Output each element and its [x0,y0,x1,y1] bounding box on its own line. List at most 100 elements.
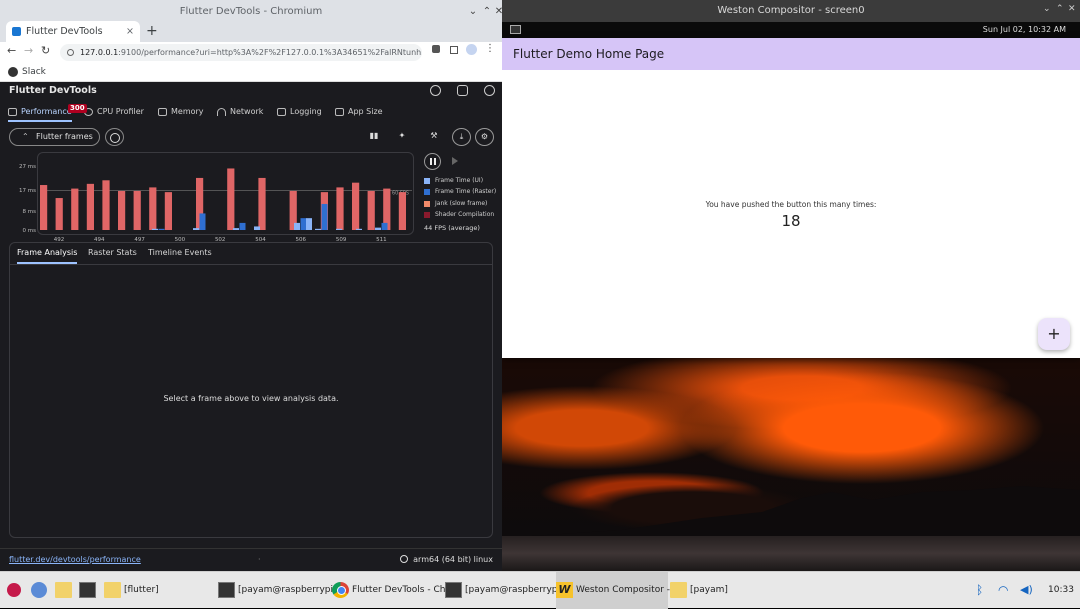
task-terminal-1[interactable]: [payam@raspberrypi... [218,572,342,609]
jank-frame-bar [87,184,94,230]
legend-item-raster: Frame Time (Raster) [424,187,496,198]
ui-frame-bar [233,228,239,230]
terminal-icon [445,582,462,598]
new-tab-button[interactable]: + [146,21,158,41]
taskbar-clock: 10:33 [1048,572,1074,609]
tab-divider [9,264,493,265]
tab-app-size[interactable]: App Size [335,102,383,122]
devtools-favicon-icon [12,27,21,36]
resume-button[interactable] [446,153,463,170]
settings-icon[interactable] [430,85,441,96]
folder-icon [670,582,687,598]
extensions-icon[interactable] [432,45,440,53]
devtools-title: Flutter DevTools [0,82,502,102]
weston-title: Weston Compositor - screen0 [502,0,1080,22]
raster-frame-bar [301,218,307,230]
url-path: :9100/performance?uri=http%3A%2F%2F127.0… [118,48,422,57]
ui-frame-bar [315,229,321,230]
jank-frame-bar [352,183,359,230]
browser-menu-icon[interactable]: ⋮ [485,43,495,54]
flutter-frames-button[interactable]: ⌃Flutter frames [9,128,100,146]
ui-frame-bar [375,228,381,230]
task-terminal-2[interactable]: [payam@raspberrypi... [445,572,569,609]
tab-raster-stats[interactable]: Raster Stats [88,242,137,264]
bar-chart-icon[interactable]: ▮▮ [364,128,384,146]
folder-icon [104,582,121,598]
address-bar[interactable]: 127.0.0.1:9100/performance?uri=http%3A%2… [60,44,422,61]
terminal-icon[interactable] [79,582,96,598]
clear-button[interactable] [105,128,124,146]
wifi-icon [217,108,226,116]
task-weston[interactable]: WWeston Compositor -... [556,572,668,609]
url-host: 127.0.0.1 [80,48,118,57]
reload-icon[interactable]: ↻ [41,44,50,57]
ui-frame-bar [306,218,312,230]
tab-network[interactable]: Network [217,102,263,122]
app-size-icon [335,108,344,116]
enhance-tracing-icon[interactable]: ✦ [392,128,412,146]
empty-state-message: Select a frame above to view analysis da… [9,394,493,403]
legend-item-ui: Frame Time (UI) [424,176,496,187]
bluetooth-icon[interactable]: ᛒ [976,582,990,598]
counter-message: You have pushed the button this many tim… [502,200,1080,209]
forward-icon[interactable]: → [24,44,33,57]
wrench-icon[interactable]: ⚒ [424,128,444,146]
profile-avatar[interactable] [466,44,477,55]
bug-report-icon[interactable] [457,85,468,96]
performance-icon [8,108,17,116]
mountain-silhouette [502,478,1080,544]
jank-frame-bar [102,180,109,230]
raster-frame-bar [382,223,388,230]
browser-tab[interactable]: Flutter DevTools × [6,21,140,42]
site-info-icon[interactable] [67,49,74,56]
tab-frame-analysis[interactable]: Frame Analysis [17,242,77,264]
pause-button[interactable] [424,153,441,170]
weston-maximize-icon[interactable]: ⌃ [1056,4,1064,14]
tab-memory[interactable]: Memory [158,102,204,122]
wifi-icon[interactable]: ◠ [998,582,1012,598]
performance-settings-icon[interactable]: ⚙ [475,128,494,146]
docs-link[interactable]: flutter.dev/devtools/performance [9,549,141,571]
task-flutter-folder[interactable]: [flutter] [104,572,159,609]
sea-reflection [502,536,1080,571]
volume-icon[interactable]: ◀) [1020,582,1034,598]
download-icon[interactable]: ⤓ [452,128,471,146]
frame-count-badge: 300 [68,104,87,113]
jank-frame-bar [258,178,265,230]
weston-close-icon[interactable]: ✕ [1068,4,1076,14]
task-payam-folder[interactable]: [payam] [670,572,728,609]
weston-compositor-window: Weston Compositor - screen0 ⌄ ⌃ ✕ Sun Ju… [502,0,1080,571]
info-icon [400,555,408,563]
increment-fab[interactable]: + [1038,318,1070,350]
tab-performance[interactable]: Performance [8,102,72,122]
frames-chart[interactable]: 27 ms17 ms8 ms0 ms60 FPS4924944975005025… [0,152,420,242]
jank-frame-bar [368,191,375,230]
jank-frame-bar [165,192,172,230]
jank-frame-bar [336,187,343,230]
jank-frame-bar [134,191,141,230]
bookmark-slack[interactable]: Slack [22,67,46,77]
weston-clock: Sun Jul 02, 10:32 AM [983,22,1066,38]
tab-cpu-profiler[interactable]: CPU Profiler [84,102,144,122]
app-bar-title: Flutter Demo Home Page [502,38,1080,70]
y-tick-label: 27 ms [19,164,36,170]
side-panel-icon[interactable] [450,46,458,54]
terminal-icon [218,582,235,598]
tab-timeline-events[interactable]: Timeline Events [148,242,212,264]
terminal-launcher-icon[interactable] [510,25,521,34]
file-manager-icon[interactable] [55,582,72,598]
chromium-icon [332,582,349,598]
help-icon[interactable] [484,85,495,96]
devtools-footer: flutter.dev/devtools/performance · arm64… [0,548,502,571]
raster-frame-bar [322,204,328,230]
task-devtools[interactable]: Flutter DevTools - Ch... [332,572,454,609]
legend-item-jank: Jank (slow frame) [424,199,496,210]
tab-close-icon[interactable]: × [126,21,134,42]
ui-frame-bar [294,223,300,230]
back-icon[interactable]: ← [7,44,16,57]
tab-logging[interactable]: Logging [277,102,322,122]
web-browser-icon[interactable] [31,582,47,598]
weston-minimize-icon[interactable]: ⌄ [1043,4,1051,14]
y-tick-label: 8 ms [23,209,37,215]
raspberry-menu-icon[interactable] [7,583,21,597]
